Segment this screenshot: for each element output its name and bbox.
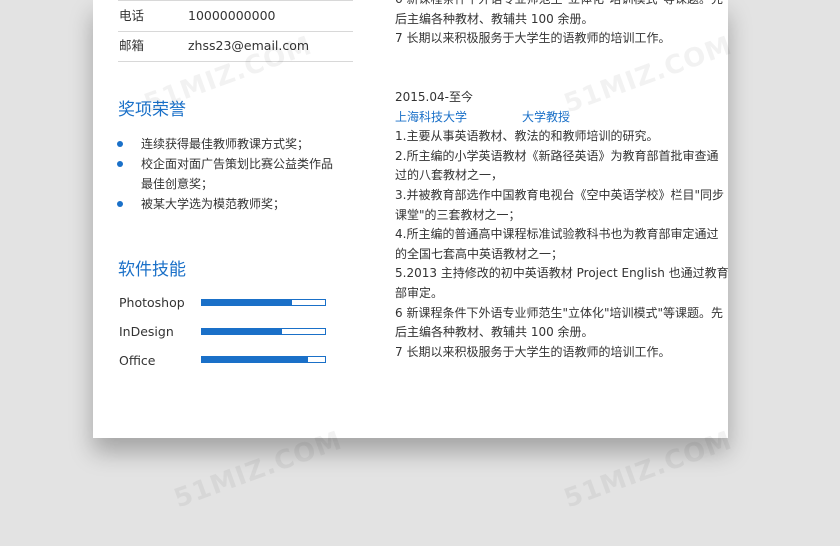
contact-divider — [118, 31, 353, 32]
experience-line: 7 长期以来积极服务于大学生的语教师的培训工作。 — [395, 344, 671, 359]
bullet-dot — [117, 161, 123, 167]
experience-line: 3.并被教育部选作中国教育电视台《空中英语学校》栏目"同步 — [395, 187, 724, 202]
experience-top: 6 新课程条件下外语专业师范生"立体化"培训模式"等课题。先 后主编各种教材、教… — [395, 0, 723, 49]
skill-bar-fill — [202, 300, 292, 305]
email-value: zhss23@email.com — [188, 38, 310, 53]
skill-bar-fill — [202, 329, 282, 334]
experience-line: 的全国七套高中英语教材之一； — [395, 246, 564, 261]
experience-line: 后主编各种教材、教辅共 100 余册。 — [395, 11, 594, 26]
skill-bar-fill — [202, 357, 308, 362]
email-label: 邮箱 — [119, 38, 145, 53]
resume-page: 电话 10000000000 邮箱 zhss23@email.com 奖项荣誉 … — [93, 0, 729, 438]
skills-heading: 软件技能 — [118, 260, 186, 280]
skill-bar — [201, 299, 326, 306]
skill-name: Office — [119, 353, 156, 368]
award-item: 被某大学选为模范教师奖； — [141, 197, 286, 211]
experience-line: 7 长期以来积极服务于大学生的语教师的培训工作。 — [395, 31, 671, 46]
skill-name: Photoshop — [119, 295, 185, 310]
experience-position: 大学教授 — [522, 109, 571, 124]
award-item: 连续获得最佳教师教课方式奖； — [141, 137, 310, 151]
watermark: 51MIZ.COM — [560, 425, 737, 515]
experience-line: 1.主要从事英语教材、教法的和教师培训的研究。 — [395, 129, 659, 144]
experience-line: 部审定。 — [395, 285, 444, 300]
phone-value: 10000000000 — [188, 8, 276, 23]
skill-name: InDesign — [119, 324, 174, 339]
skill-bar — [201, 328, 326, 335]
experience-line: 2.所主编的小学英语教材《新路径英语》为教育部首批审查通 — [395, 148, 719, 163]
phone-label: 电话 — [119, 8, 145, 23]
experience-entry: 2015.04-至今 上海科技大学 大学教授 1.主要从事英语教材、教法的和教师培… — [395, 88, 729, 362]
bullet-dot — [117, 141, 123, 147]
experience-period: 2015.04-至今 — [395, 90, 473, 104]
experience-line: 课堂"的三套教材之一； — [395, 207, 521, 222]
awards-heading: 奖项荣誉 — [118, 100, 186, 120]
contact-divider — [118, 61, 353, 62]
experience-school: 上海科技大学 — [395, 109, 468, 124]
experience-line: 6 新课程条件下外语专业师范生"立体化"培训模式"等课题。先 — [395, 0, 723, 10]
watermark: 51MIZ.COM — [170, 425, 347, 515]
experience-line: 过的八套教材之一， — [395, 168, 504, 183]
skill-bar — [201, 356, 326, 363]
experience-line: 后主编各种教材、教辅共 100 余册。 — [395, 325, 594, 340]
experience-line: 5.2013 主持修改的初中英语教材 Project English 也通过教育 — [395, 266, 729, 281]
award-item: 校企面对面广告策划比赛公益类作品最佳创意奖； — [141, 157, 334, 191]
experience-line: 6 新课程条件下外语专业师范生"立体化"培训模式"等课题。先 — [395, 305, 724, 320]
contact-divider — [118, 0, 353, 1]
experience-header: 上海科技大学 大学教授 — [395, 108, 711, 128]
bullet-dot — [117, 201, 123, 207]
experience-line: 4.所主编的普通高中课程标准试验教科书也为教育部审定通过 — [395, 227, 719, 242]
